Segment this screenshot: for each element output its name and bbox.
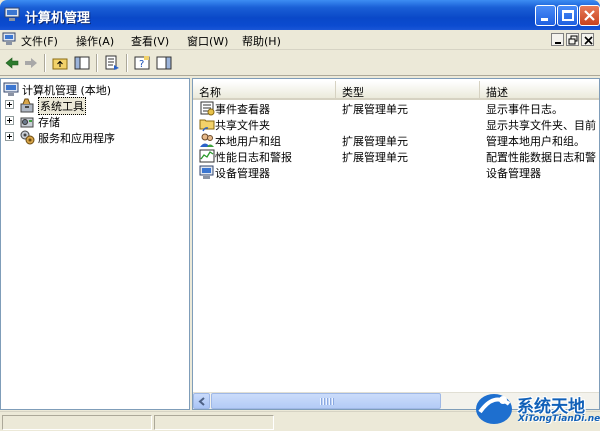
- back-button[interactable]: [2, 53, 22, 73]
- toolbar-separator: [96, 54, 98, 72]
- menu-bar: 文件(F) 操作(A) 查看(V) 窗口(W) 帮助(H): [0, 30, 600, 50]
- list-item[interactable]: 性能日志和警报 扩展管理单元 配置性能数据日志和警: [193, 148, 599, 164]
- svg-text:?: ?: [139, 59, 144, 70]
- menu-action[interactable]: 操作(A): [76, 33, 114, 49]
- list-item[interactable]: 设备管理器 设备管理器: [193, 164, 599, 180]
- item-description: 设备管理器: [486, 167, 541, 180]
- forward-arrow-icon: [25, 58, 37, 68]
- list-item[interactable]: 本地用户和组 扩展管理单元 管理本地用户和组。: [193, 132, 599, 148]
- minimize-icon: [555, 42, 561, 44]
- scrollbar-thumb[interactable]: [211, 393, 441, 409]
- event-viewer-icon: [200, 101, 215, 116]
- up-one-level-button[interactable]: [50, 53, 70, 73]
- item-type: 扩展管理单元: [342, 103, 408, 116]
- status-segment: [154, 415, 274, 430]
- tree-item-system-tools[interactable]: 系统工具: [5, 97, 185, 115]
- mdi-close-button[interactable]: [581, 33, 594, 46]
- menu-file[interactable]: 文件(F): [21, 33, 58, 49]
- show-hide-action-pane-button[interactable]: [154, 53, 174, 73]
- item-type: 扩展管理单元: [342, 135, 408, 148]
- tools-icon: [20, 98, 34, 113]
- users-icon: [200, 133, 214, 147]
- close-icon: [584, 10, 595, 21]
- column-header-type[interactable]: 类型: [336, 81, 480, 100]
- help-icon: ?: [134, 56, 150, 70]
- item-name: 性能日志和警报: [215, 151, 292, 164]
- forward-button[interactable]: [21, 53, 41, 73]
- device-manager-icon: [199, 165, 214, 179]
- restore-icon: [568, 35, 578, 45]
- action-pane-icon: [156, 56, 172, 70]
- maximize-button[interactable]: [557, 5, 578, 26]
- tree-item-storage[interactable]: 存储: [5, 113, 185, 129]
- item-name: 本地用户和组: [215, 135, 281, 148]
- item-name: 事件查看器: [215, 103, 270, 116]
- help-button[interactable]: ?: [132, 53, 152, 73]
- menu-window[interactable]: 窗口(W): [187, 33, 228, 49]
- export-list-icon: [105, 55, 119, 70]
- mdi-minimize-button[interactable]: [551, 33, 564, 46]
- scroll-left-button[interactable]: [193, 393, 210, 409]
- tree-root-label: 计算机管理 (本地): [22, 84, 112, 97]
- tree-item-services-applications[interactable]: 服务和应用程序: [5, 129, 185, 145]
- close-button[interactable]: [579, 5, 600, 26]
- shared-folder-icon: [199, 119, 215, 132]
- tree-root[interactable]: 计算机管理 (本地): [3, 81, 188, 97]
- close-icon: [584, 36, 593, 45]
- item-description: 显示事件日志。: [486, 103, 563, 116]
- computer-management-icon: [4, 7, 20, 21]
- column-header-description[interactable]: 描述: [480, 81, 599, 100]
- toolbar: ?: [0, 51, 600, 76]
- watermark-logo-icon: [476, 394, 512, 424]
- computer-management-icon: [3, 82, 19, 96]
- chevron-left-icon: [198, 397, 205, 406]
- watermark-subtitle: XiTongTianDi.net: [518, 414, 600, 424]
- expand-icon[interactable]: [5, 100, 14, 109]
- console-tree-pane[interactable]: 计算机管理 (本地) 系统工具 存储 服务和应用程序: [0, 78, 190, 410]
- item-type: 扩展管理单元: [342, 151, 408, 164]
- tree-item-label: 服务和应用程序: [38, 132, 115, 145]
- item-name: 共享文件夹: [215, 119, 270, 132]
- list-header: 名称 类型 描述: [193, 81, 599, 100]
- folder-up-icon: [52, 58, 68, 70]
- mdi-restore-button[interactable]: [566, 33, 579, 46]
- menu-help[interactable]: 帮助(H): [242, 33, 281, 49]
- menu-view[interactable]: 查看(V): [131, 33, 169, 49]
- export-list-button[interactable]: [102, 53, 122, 73]
- item-description: 配置性能数据日志和警: [486, 151, 596, 164]
- window-title: 计算机管理: [25, 11, 91, 26]
- back-arrow-icon: [5, 57, 19, 69]
- list-item[interactable]: 共享文件夹 显示共享文件夹、目前: [193, 116, 599, 132]
- show-hide-tree-button[interactable]: [72, 53, 92, 73]
- services-icon: [20, 130, 35, 145]
- item-description: 管理本地用户和组。: [486, 135, 585, 148]
- storage-icon: [20, 117, 34, 128]
- list-item[interactable]: 事件查看器 扩展管理单元 显示事件日志。: [193, 100, 599, 116]
- toolbar-separator: [126, 54, 128, 72]
- minimize-button[interactable]: [535, 5, 556, 26]
- expand-icon[interactable]: [5, 116, 14, 125]
- performance-icon: [199, 149, 215, 163]
- scrollbar-grip: [320, 398, 334, 405]
- details-list-pane[interactable]: 名称 类型 描述 事件查看器 扩展管理单元 显示事件日志。 共享文件夹 显示共享…: [192, 78, 600, 410]
- expand-icon[interactable]: [5, 132, 14, 141]
- console-tree-icon: [74, 56, 90, 70]
- computer-management-menu-icon[interactable]: [2, 32, 16, 46]
- column-header-name[interactable]: 名称: [193, 81, 336, 100]
- item-name: 设备管理器: [215, 167, 270, 180]
- item-description: 显示共享文件夹、目前: [486, 119, 596, 132]
- title-bar[interactable]: 计算机管理: [0, 0, 600, 30]
- toolbar-separator: [44, 54, 46, 72]
- status-segment: [2, 415, 152, 430]
- minimize-icon: [541, 18, 548, 21]
- tree-item-label: 存储: [38, 116, 60, 129]
- maximize-icon: [562, 10, 574, 21]
